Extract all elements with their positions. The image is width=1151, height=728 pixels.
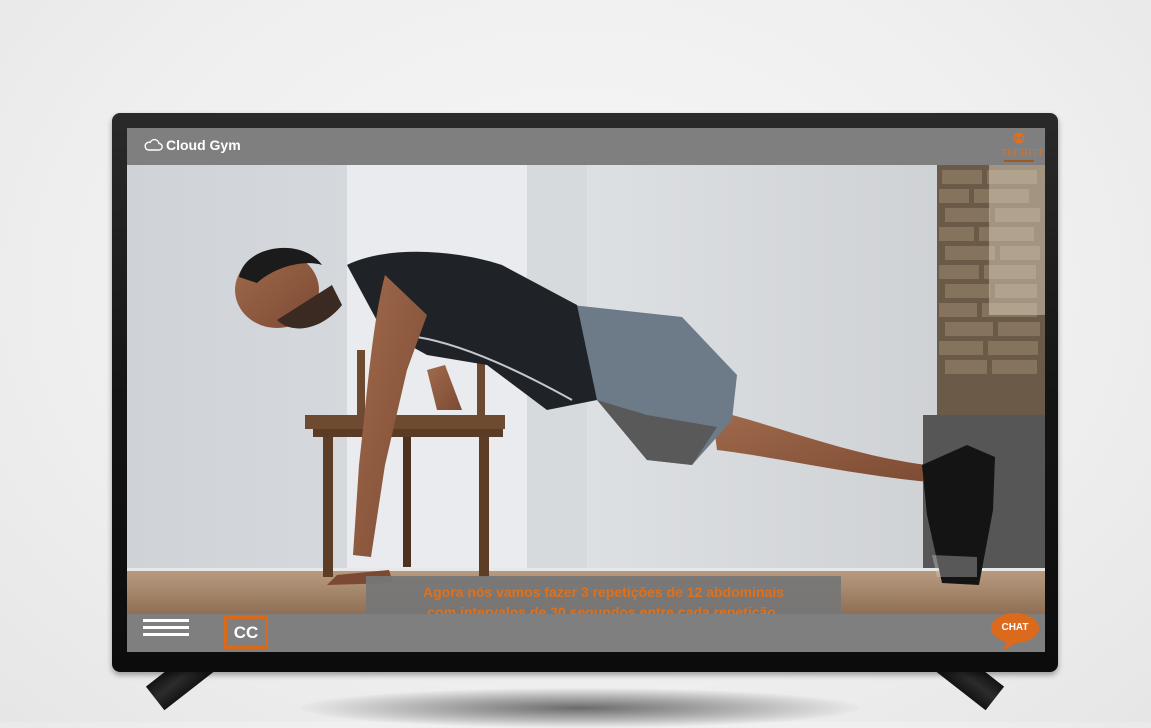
chat-button[interactable]: CHAT xyxy=(989,611,1041,652)
techfit-logo-tagline xyxy=(1004,160,1034,162)
closed-caption: Agora nós vamos fazer 3 repetições de 12… xyxy=(366,576,841,614)
dumbbell-icon xyxy=(1013,132,1025,144)
workout-video-frame xyxy=(127,165,1045,614)
tv-screen: Cloud Gym TECHFIT Agora nós vamos fazer … xyxy=(127,128,1045,652)
techfit-logo-text: TECHFIT xyxy=(1001,148,1044,159)
hamburger-menu-icon[interactable] xyxy=(143,619,189,643)
techfit-logo: TECHFIT xyxy=(1001,131,1044,165)
brand: Cloud Gym xyxy=(143,137,241,153)
menu-line xyxy=(143,619,189,622)
caption-line-1: Agora nós vamos fazer 3 repetições de 12… xyxy=(422,584,785,600)
video-player[interactable]: Agora nós vamos fazer 3 repetições de 12… xyxy=(127,165,1045,614)
cloud-icon xyxy=(144,138,163,151)
tv-stand-shadow xyxy=(300,688,860,728)
menu-line xyxy=(143,626,189,629)
top-bar: Cloud Gym TECHFIT xyxy=(127,128,1045,165)
brand-name: Cloud Gym xyxy=(166,137,241,153)
caption-line-2: com intervalos de 30 segundos entre cada… xyxy=(427,604,780,614)
closed-captions-button[interactable]: CC xyxy=(224,616,268,649)
menu-line xyxy=(143,633,189,636)
chat-label: CHAT xyxy=(1001,622,1029,633)
bottom-bar: CC CHAT xyxy=(127,611,1045,652)
